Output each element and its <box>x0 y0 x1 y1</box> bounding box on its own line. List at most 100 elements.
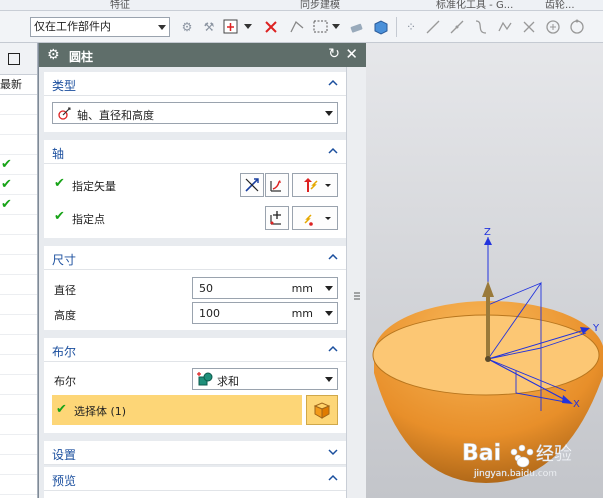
navigator-row[interactable] <box>0 95 37 115</box>
section-boolean-header[interactable]: 布尔 <box>44 338 346 362</box>
chevron-up-icon[interactable] <box>328 252 338 262</box>
reset-icon[interactable]: ↻ <box>328 46 340 62</box>
unite-icon <box>197 372 213 386</box>
type-value: 轴、直径和高度 <box>77 109 154 122</box>
part-navigator-panel: 最新 ✔ ✔ ✔ <box>0 43 38 498</box>
diameter-unit: mm <box>291 282 313 295</box>
snap-midpoint-icon[interactable] <box>448 18 466 36</box>
chevron-up-icon[interactable] <box>328 473 338 483</box>
snap-settings-icon[interactable]: ⚒ <box>200 18 218 36</box>
check-icon: ✔ <box>1 197 12 212</box>
snap-line-icon[interactable] <box>424 18 442 36</box>
section-dimensions-header[interactable]: 尺寸 <box>44 246 346 270</box>
lasso-select-icon[interactable] <box>288 18 306 36</box>
navigator-row[interactable]: ✔ <box>0 155 37 175</box>
vector-dialog-button[interactable] <box>265 173 289 197</box>
snap-point-icon[interactable]: ⚙ <box>178 18 196 36</box>
dialog-titlebar[interactable]: ⚙ 圆柱 ↻ ✕ <box>39 43 366 67</box>
section-boolean: 布尔 布尔 求和 ✔ 选择体 (1) <box>44 338 346 433</box>
paw-icon <box>510 444 534 468</box>
graphics-viewport[interactable]: Z Y X <box>366 43 603 498</box>
dialog-resize-strip[interactable] <box>346 67 367 498</box>
z-axis-label: Z <box>484 227 491 238</box>
ribbon-header-feature: 特征 <box>110 0 130 11</box>
direction-vector-arrow-icon[interactable] <box>482 281 494 297</box>
inferred-vector-icon <box>304 178 331 192</box>
snap-control-point-icon[interactable] <box>496 18 514 36</box>
navigator-row[interactable] <box>0 135 37 155</box>
navigator-row[interactable] <box>0 335 37 355</box>
navigator-row[interactable] <box>0 455 37 475</box>
ribbon-group-headers: 特征 同步建模 标准化工具 - G... 齿轮... <box>0 0 603 11</box>
section-dimensions-label: 尺寸 <box>52 253 77 267</box>
show-select-icon[interactable] <box>222 18 240 36</box>
navigator-row[interactable] <box>0 475 37 495</box>
navigator-row[interactable] <box>0 235 37 255</box>
snap-curve-icon[interactable] <box>472 18 490 36</box>
section-axis-header[interactable]: 轴 <box>44 140 346 164</box>
navigator-row[interactable] <box>0 435 37 455</box>
toolbar-separator <box>396 17 397 37</box>
chevron-down-icon[interactable] <box>328 447 338 457</box>
snap-quadrant-icon[interactable] <box>568 18 586 36</box>
point-type-dropdown[interactable] <box>292 206 338 230</box>
snap-intersection-icon[interactable] <box>520 18 538 36</box>
navigator-row[interactable] <box>0 375 37 395</box>
watermark-brand: Bai <box>462 441 501 466</box>
origin-point[interactable] <box>485 356 491 362</box>
type-dropdown[interactable]: 轴、直径和高度 <box>52 102 338 124</box>
section-axis-label: 轴 <box>52 147 65 161</box>
chevron-up-icon[interactable] <box>328 78 338 88</box>
point-dialog-button[interactable] <box>265 206 289 230</box>
section-type-header[interactable]: 类型 <box>44 72 346 96</box>
vector-type-dropdown[interactable] <box>292 173 338 197</box>
snap-endpoint-icon[interactable]: ⁘ <box>402 18 420 36</box>
chevron-down-icon[interactable] <box>325 286 333 291</box>
height-value: 100 <box>199 307 220 320</box>
navigator-row[interactable]: ✔ <box>0 175 37 195</box>
deselect-icon[interactable] <box>262 18 280 36</box>
selection-scope-dropdown[interactable]: 仅在工作部件内 <box>30 17 170 37</box>
section-type-label: 类型 <box>52 79 77 93</box>
ribbon-header-sync-modeling: 同步建模 <box>300 0 340 11</box>
check-icon: ✔ <box>1 177 12 192</box>
check-icon: ✔ <box>1 157 12 172</box>
reverse-direction-button[interactable] <box>240 173 264 197</box>
diameter-input[interactable]: 50 mm <box>192 277 338 299</box>
chevron-down-icon <box>325 111 333 116</box>
select-body-field[interactable]: ✔ 选择体 (1) <box>52 395 302 425</box>
navigator-row[interactable] <box>0 395 37 415</box>
chevron-up-icon[interactable] <box>328 344 338 354</box>
eraser-icon[interactable] <box>348 18 366 36</box>
select-body-button[interactable] <box>306 395 338 425</box>
section-settings-header[interactable]: 设置 <box>44 441 346 465</box>
close-icon[interactable]: ✕ <box>345 45 358 63</box>
boolean-dropdown[interactable]: 求和 <box>192 368 338 390</box>
solid-body-icon[interactable] <box>372 18 390 36</box>
navigator-row[interactable] <box>0 275 37 295</box>
maximize-icon[interactable] <box>8 53 20 65</box>
x-axis-label: X <box>573 399 580 410</box>
navigator-header <box>0 43 37 75</box>
rectangle-select-icon[interactable] <box>312 18 330 36</box>
navigator-row[interactable] <box>0 255 37 275</box>
navigator-row[interactable] <box>0 355 37 375</box>
section-preview-header[interactable]: 预览 <box>44 467 346 491</box>
watermark-suffix: 经验 <box>536 444 572 465</box>
snap-arc-center-icon[interactable] <box>544 18 562 36</box>
navigator-column-latest[interactable]: 最新 <box>0 75 37 95</box>
navigator-row[interactable] <box>0 295 37 315</box>
check-icon: ✔ <box>56 402 67 417</box>
navigator-row[interactable] <box>0 215 37 235</box>
chevron-down-icon[interactable] <box>244 18 252 36</box>
chevron-down-icon[interactable] <box>325 311 333 316</box>
navigator-row[interactable] <box>0 315 37 335</box>
navigator-row[interactable] <box>0 415 37 435</box>
chevron-up-icon[interactable] <box>328 146 338 156</box>
navigator-row[interactable]: ✔ <box>0 195 37 215</box>
height-input[interactable]: 100 mm <box>192 302 338 324</box>
dialog-title: 圆柱 <box>69 50 94 64</box>
navigator-row[interactable] <box>0 115 37 135</box>
gear-icon[interactable]: ⚙ <box>47 47 60 63</box>
chevron-down-icon[interactable] <box>332 18 340 36</box>
